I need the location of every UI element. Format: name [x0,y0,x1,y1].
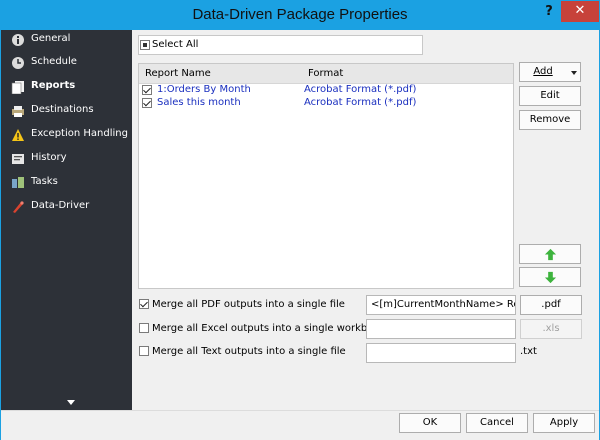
history-icon [12,154,24,164]
arrow-down-icon [544,271,557,284]
clock-icon [12,57,24,69]
sidebar-item-schedule[interactable]: Schedule [1,53,132,75]
tasks-icon [12,177,24,188]
sidebar-item-label: General [31,33,71,44]
printer-icon [12,106,24,117]
help-button[interactable]: ? [542,4,556,22]
window-title: Data-Driven Package Properties [192,6,408,23]
warning-icon [12,129,24,141]
txt-extension-label: .txt [520,346,537,357]
add-button[interactable]: Add [519,62,581,82]
sidebar-item-data-driver[interactable]: Data-Driver [1,197,132,219]
select-all-checkbox[interactable] [140,40,150,50]
scroll-down-icon[interactable] [67,400,75,405]
dialog-footer: OK Cancel Apply [1,410,599,440]
merge-text-label: Merge all Text outputs into a single fil… [152,346,346,357]
merge-text-checkbox[interactable] [139,346,149,356]
sidebar-item-reports[interactable]: Reports [1,77,132,99]
row-checkbox[interactable] [142,85,152,95]
merge-pdf-filename-input[interactable]: <[m]CurrentMonthName> Reports [366,295,516,315]
merge-text-filename-input[interactable] [366,343,516,363]
sidebar-item-label: Data-Driver [31,200,90,211]
ok-button[interactable]: OK [399,413,461,433]
close-button[interactable]: ✕ [561,1,599,22]
sidebar-item-general[interactable]: General [1,30,132,52]
dialog-window: Data-Driven Package Properties ? ✕ Gener… [0,0,600,440]
sidebar-item-label: Reports [31,80,76,91]
merge-pdf-label: Merge all PDF outputs into a single file [152,299,345,310]
move-down-button[interactable] [519,267,581,287]
report-name-cell[interactable]: Sales this month [157,97,241,108]
sidebar-item-label: Destinations [31,104,94,115]
dropdown-arrow-icon [571,71,577,75]
sidebar-item-tasks[interactable]: Tasks [1,173,132,195]
select-all-label: Select All [152,39,199,50]
list-header: Report Name Format [139,64,513,84]
column-header-format[interactable]: Format [308,68,343,79]
add-button-label: Add [533,66,553,77]
remove-button[interactable]: Remove [519,110,581,130]
info-icon [12,34,24,46]
data-driver-icon [13,201,24,213]
report-name-cell[interactable]: 1:Orders By Month [157,84,251,95]
xls-extension-button[interactable]: .xls [520,319,582,339]
title-bar[interactable]: Data-Driven Package Properties ? ✕ [1,1,599,30]
row-checkbox[interactable] [142,98,152,108]
sidebar-item-label: Schedule [31,56,77,67]
sidebar: General Schedule Reports Destinations Ex… [1,30,132,410]
sidebar-item-exception-handling[interactable]: Exception Handling [1,125,132,147]
sidebar-item-destinations[interactable]: Destinations [1,101,132,123]
pdf-extension-button[interactable]: .pdf [520,295,582,315]
apply-button[interactable]: Apply [533,413,595,433]
merge-excel-label: Merge all Excel outputs into a single wo… [152,323,386,334]
move-up-button[interactable] [519,244,581,264]
sidebar-item-label: Exception Handling [31,128,128,139]
sidebar-item-label: Tasks [31,176,58,187]
sidebar-item-label: History [31,152,67,163]
report-icon [11,81,24,94]
report-format-cell[interactable]: Acrobat Format (*.pdf) [304,97,416,108]
merge-excel-checkbox[interactable] [139,323,149,333]
column-header-report-name[interactable]: Report Name [145,68,211,79]
arrow-up-icon [544,248,557,261]
report-format-cell[interactable]: Acrobat Format (*.pdf) [304,84,416,95]
cancel-button[interactable]: Cancel [466,413,528,433]
sidebar-item-history[interactable]: History [1,149,132,171]
edit-button[interactable]: Edit [519,86,581,106]
merge-excel-filename-input[interactable] [366,319,516,339]
merge-pdf-checkbox[interactable] [139,299,149,309]
